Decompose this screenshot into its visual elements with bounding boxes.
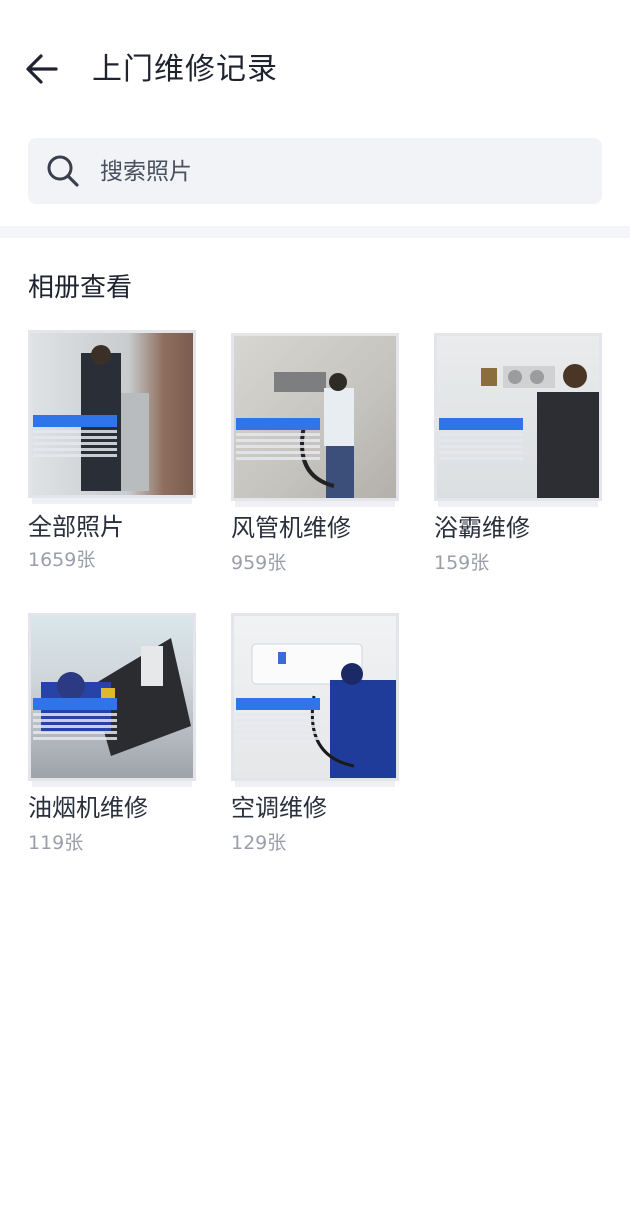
album-thumbnail xyxy=(231,333,399,501)
search-icon xyxy=(47,155,79,187)
album-name: 风管机维修 xyxy=(231,514,351,542)
search-bar[interactable] xyxy=(28,138,602,204)
album-name: 空调维修 xyxy=(231,794,327,822)
arrow-left-icon xyxy=(26,54,58,84)
watermark xyxy=(439,418,523,463)
search-input[interactable] xyxy=(98,151,582,193)
album-count: 959张 xyxy=(231,552,287,574)
top-bar: 上门维修记录 xyxy=(0,0,630,140)
album-thumbnail xyxy=(434,333,602,501)
page-title: 上门维修记录 xyxy=(92,52,278,87)
watermark xyxy=(236,698,320,743)
album-name: 浴霸维修 xyxy=(434,514,530,542)
album-count: 1659张 xyxy=(28,549,96,571)
watermark xyxy=(33,698,117,743)
album-count: 129张 xyxy=(231,832,287,854)
section-divider xyxy=(0,226,630,238)
album-thumbnail xyxy=(28,330,196,498)
album-count: 159张 xyxy=(434,552,490,574)
album-name: 全部照片 xyxy=(28,513,124,541)
watermark xyxy=(33,415,117,460)
back-button[interactable] xyxy=(20,46,66,92)
watermark xyxy=(236,418,320,463)
album-name: 油烟机维修 xyxy=(28,794,148,822)
album-count: 119张 xyxy=(28,832,84,854)
album-thumbnail xyxy=(231,613,399,781)
section-title: 相册查看 xyxy=(28,273,133,303)
album-thumbnail xyxy=(28,613,196,781)
